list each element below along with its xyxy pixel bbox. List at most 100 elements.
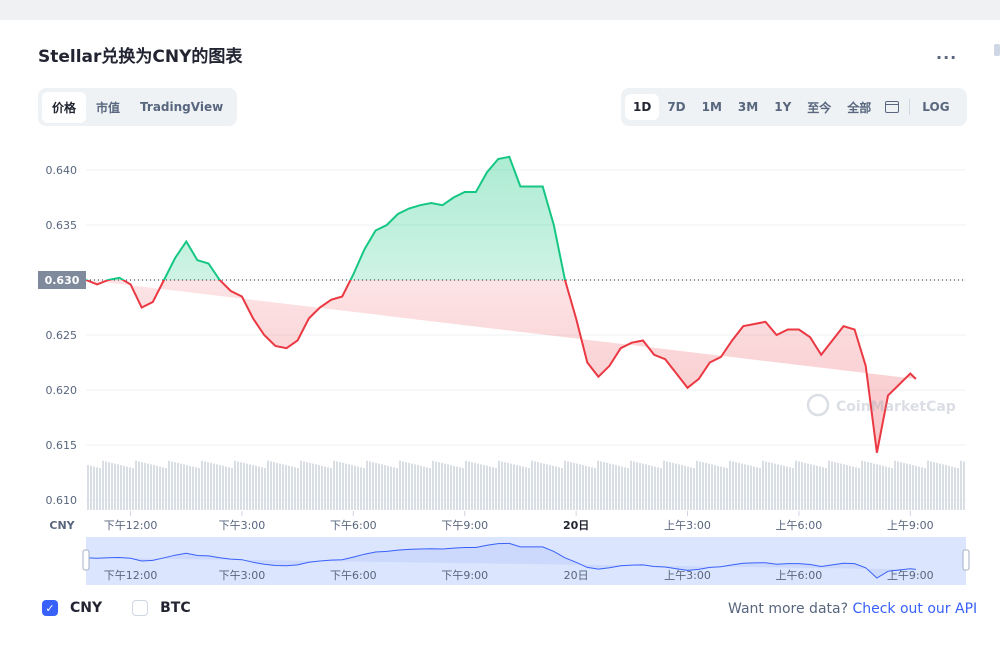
volume-bar — [411, 463, 413, 510]
volume-bar — [309, 462, 311, 510]
volume-bar — [756, 467, 758, 510]
volume-bar — [192, 466, 194, 510]
volume-bar — [348, 464, 350, 510]
volume-bar — [957, 468, 959, 510]
volume-bar — [87, 465, 89, 510]
volume-bar — [639, 462, 641, 510]
volume-bar — [570, 462, 572, 510]
checkbox-checked-icon[interactable]: ✓ — [42, 600, 58, 616]
navigator-label: 上午3:00 — [664, 569, 711, 582]
volume-bar — [288, 465, 290, 510]
api-link[interactable]: Check out our API — [852, 601, 977, 617]
volume-bar — [684, 465, 686, 510]
volume-bar — [627, 468, 629, 510]
volume-bar — [501, 461, 503, 510]
x-tick-label: 上午3:00 — [664, 519, 711, 532]
navigator-handle[interactable] — [962, 549, 970, 571]
volume-bar — [546, 464, 548, 510]
volume-bar — [273, 462, 275, 510]
volume-bar — [417, 465, 419, 510]
volume-bar — [252, 465, 254, 510]
volume-bar — [579, 464, 581, 510]
volume-bar — [960, 460, 962, 510]
volume-bar — [576, 463, 578, 510]
volume-bar — [534, 461, 536, 510]
volume-bar — [795, 460, 797, 510]
x-tick-label: 上午6:00 — [776, 519, 823, 532]
volume-bar — [306, 462, 308, 510]
volume-bar — [360, 467, 362, 510]
y-tick-label: 0.620 — [46, 384, 78, 397]
volume-bar — [396, 468, 398, 510]
volume-bar — [135, 460, 137, 510]
volume-bar — [633, 461, 635, 510]
navigator-label: 20日 — [564, 569, 589, 582]
volume-bar — [753, 466, 755, 510]
volume-bar — [615, 465, 617, 510]
volume-bar — [699, 461, 701, 510]
volume-bar — [531, 460, 533, 510]
volume-bar — [948, 465, 950, 510]
volume-bar — [255, 465, 257, 510]
volume-bar — [297, 468, 299, 510]
volume-bar — [528, 468, 530, 510]
volume-bar — [462, 468, 464, 510]
volume-bar — [177, 462, 179, 510]
volume-bar — [117, 464, 119, 510]
volume-bar — [891, 468, 893, 510]
y-tick-label: 0.610 — [46, 494, 78, 507]
volume-bar — [867, 462, 869, 510]
volume-bar — [693, 468, 695, 510]
volume-bar — [390, 466, 392, 510]
volume-bar — [213, 463, 215, 510]
volume-bar — [102, 460, 104, 510]
volume-bar — [825, 468, 827, 510]
volume-bar — [414, 464, 416, 510]
volume-bar — [813, 465, 815, 510]
volume-bar — [423, 466, 425, 510]
volume-bar — [669, 462, 671, 510]
watermark-text: CoinMarketCap — [836, 399, 956, 415]
volume-bar — [870, 462, 872, 510]
volume-bar — [198, 468, 200, 510]
navigator-handle[interactable] — [82, 549, 90, 571]
volume-bar — [555, 466, 557, 510]
volume-bar — [183, 464, 185, 510]
volume-bar — [441, 462, 443, 510]
volume-bar — [771, 462, 773, 510]
volume-bar — [819, 466, 821, 510]
volume-bar — [654, 466, 656, 510]
volume-bar — [393, 467, 395, 510]
volume-bar — [942, 464, 944, 510]
volume-bar — [333, 460, 335, 510]
volume-bar — [732, 461, 734, 510]
volume-bar — [261, 467, 263, 510]
y-axis: 0.640 0.635 0.630 0.625 0.620 0.615 0.610 — [38, 164, 86, 507]
y-tick-label: 0.615 — [46, 439, 78, 452]
volume-bar — [237, 461, 239, 510]
volume-bar — [474, 462, 476, 510]
checkbox-unchecked-icon[interactable] — [132, 600, 149, 616]
volume-bar — [864, 461, 866, 510]
volume-bar — [663, 460, 665, 510]
legend-item-btc[interactable]: BTC — [132, 600, 191, 616]
y-tick-label: 0.625 — [46, 329, 78, 342]
price-chart[interactable]: 0.640 0.635 0.630 0.625 0.620 0.615 0.610 CNY 下… — [0, 0, 1000, 600]
navigator-label: 下午3:00 — [219, 569, 266, 582]
volume-bar — [324, 466, 326, 510]
volume-bar — [717, 465, 719, 510]
navigator-label: 下午9:00 — [441, 569, 488, 582]
volume-bar — [681, 465, 683, 510]
volume-bar — [882, 465, 884, 510]
volume-bar — [675, 463, 677, 510]
range-navigator: 下午12:00 下午3:00 下午6:00 下午9:00 20日 上午3:00 上午6:00… — [82, 537, 970, 585]
volume-bar — [159, 466, 161, 510]
legend-item-cny[interactable]: ✓ CNY — [42, 600, 102, 616]
volume-bar — [510, 463, 512, 510]
volume-bar — [243, 462, 245, 510]
volume-bar — [927, 460, 929, 510]
volume-bar — [381, 464, 383, 510]
volume-bar — [768, 462, 770, 510]
volume-bar — [228, 467, 230, 510]
y-tick-label: 0.630 — [45, 274, 80, 287]
